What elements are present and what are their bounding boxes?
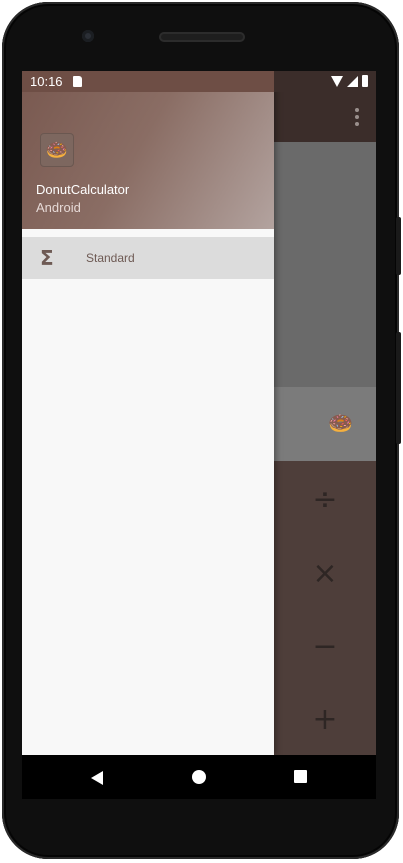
screen: 🍩 ÷ × − + 10:16 🍩 DonutCalculator Androi… — [22, 71, 376, 755]
back-icon[interactable] — [91, 771, 103, 785]
nav-item-standard[interactable]: Σ Standard — [22, 237, 274, 279]
wifi-icon — [331, 75, 343, 87]
sigma-icon: Σ — [40, 246, 54, 270]
signal-icon — [347, 75, 358, 87]
drawer-title: DonutCalculator — [36, 182, 130, 197]
status-icons — [331, 75, 368, 87]
battery-icon — [362, 75, 368, 87]
front-camera — [82, 30, 94, 42]
earpiece-speaker — [159, 32, 245, 42]
navigation-drawer: 🍩 DonutCalculator Android Σ Standard — [22, 71, 274, 755]
drawer-scrim[interactable] — [274, 92, 376, 755]
power-button — [396, 332, 401, 444]
status-time: 10:16 — [30, 74, 63, 89]
nav-item-label: Standard — [86, 251, 135, 265]
home-icon[interactable] — [192, 770, 206, 784]
sd-card-icon — [73, 76, 82, 87]
drawer-header: 🍩 DonutCalculator Android — [22, 92, 274, 229]
app-logo-icon: 🍩 — [40, 133, 74, 167]
drawer-subtitle: Android — [36, 200, 81, 215]
system-nav-bar — [22, 755, 376, 799]
drawer-divider — [22, 229, 274, 237]
volume-button — [396, 217, 401, 275]
recents-icon[interactable] — [294, 770, 307, 783]
